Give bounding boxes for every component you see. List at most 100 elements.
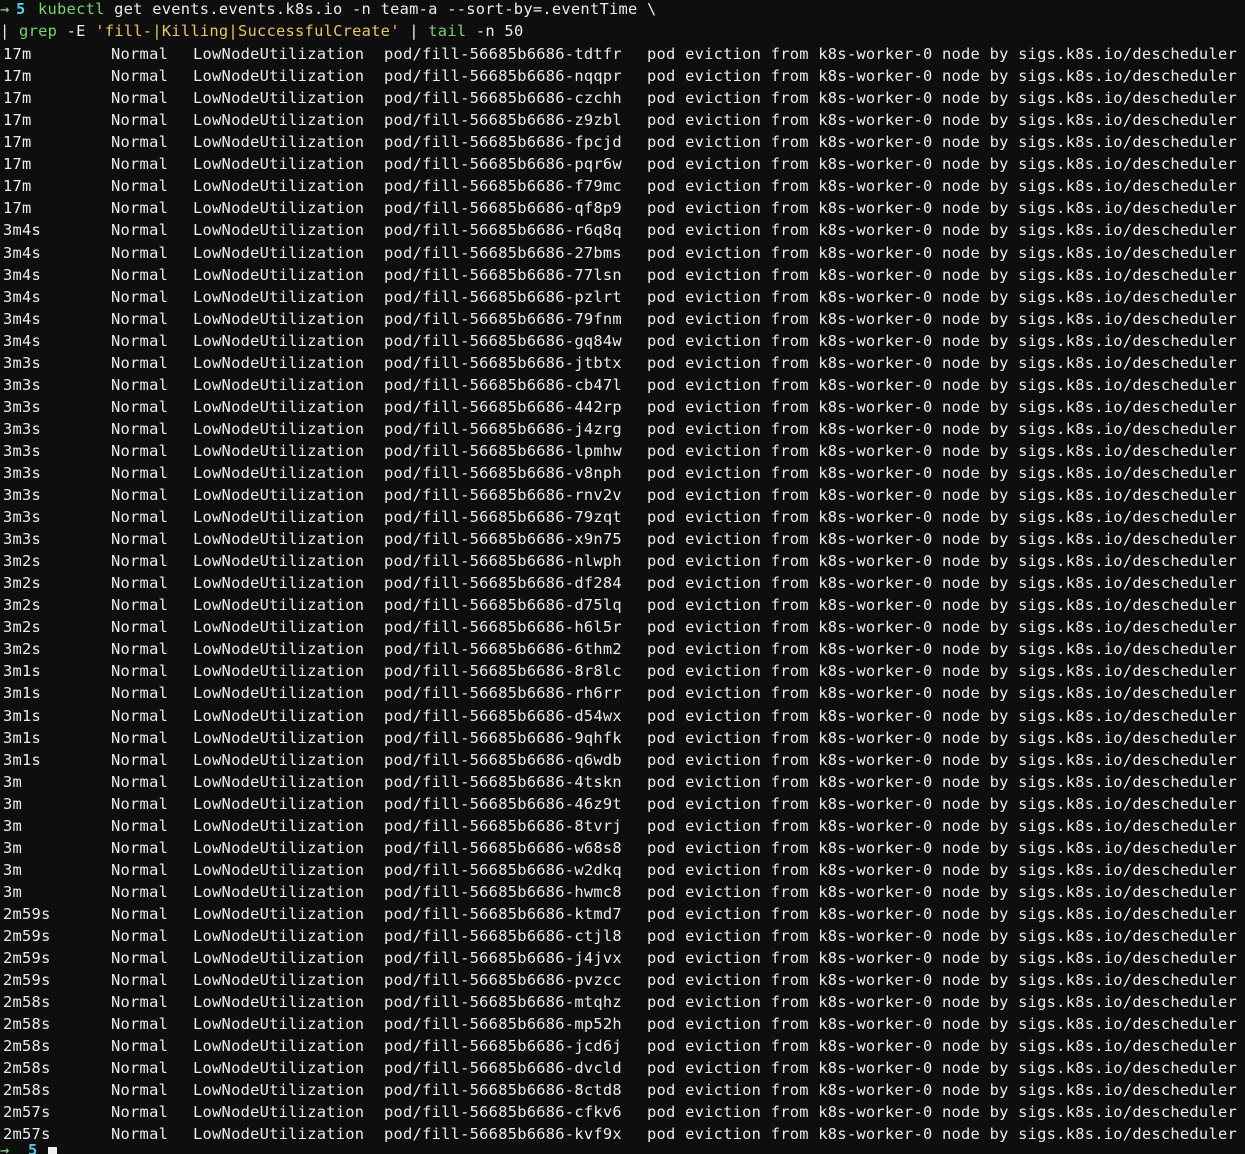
event-object: pod/fill-56685b6686-z9zbl	[384, 111, 622, 130]
event-object: pod/fill-56685b6686-h6l5r	[384, 618, 622, 637]
event-age: 3m	[3, 860, 23, 879]
event-type: Normal	[111, 618, 169, 637]
event-age: 3m2s	[3, 618, 42, 637]
event-row: 2m58s Normal LowNodeUtilization pod/fill-56…	[0, 1013, 1245, 1035]
event-row: 17m Normal LowNodeUtilization pod/fill-5668…	[0, 87, 1245, 109]
terminal-window[interactable]: → 5 kubectl get events.events.k8s.io -n te…	[0, 0, 1245, 1154]
event-message: pod eviction from k8s-worker-0 node by s…	[647, 706, 1237, 725]
event-type: Normal	[111, 904, 169, 923]
event-row: 2m59s Normal LowNodeUtilization pod/fill-56…	[0, 969, 1245, 991]
event-object: pod/fill-56685b6686-lpmhw	[384, 441, 622, 460]
event-object: pod/fill-56685b6686-46z9t	[384, 794, 622, 813]
event-object: pod/fill-56685b6686-pqr6w	[384, 155, 622, 174]
prompt-arrow-icon: →	[0, 1141, 10, 1154]
event-row: 2m59s Normal LowNodeUtilization pod/fill-56…	[0, 903, 1245, 925]
event-object: pod/fill-56685b6686-jcd6j	[384, 1037, 622, 1056]
event-object: pod/fill-56685b6686-jtbtx	[384, 353, 622, 372]
event-reason: LowNodeUtilization	[193, 750, 365, 769]
event-message: pod eviction from k8s-worker-0 node by s…	[647, 904, 1237, 923]
event-row: 3m3s Normal LowNodeUtilization pod/fill-566…	[0, 484, 1245, 506]
event-type: Normal	[111, 596, 169, 615]
event-object: pod/fill-56685b6686-j4jvx	[384, 949, 622, 968]
current-prompt-line[interactable]: → 5	[0, 1141, 1245, 1154]
event-reason: LowNodeUtilization	[193, 331, 365, 350]
event-reason: LowNodeUtilization	[193, 662, 365, 681]
event-row: 3m4s Normal LowNodeUtilization pod/fill-566…	[0, 242, 1245, 264]
event-message: pod eviction from k8s-worker-0 node by s…	[647, 1037, 1237, 1056]
event-type: Normal	[111, 971, 169, 990]
event-message: pod eviction from k8s-worker-0 node by s…	[647, 463, 1237, 482]
event-message: pod eviction from k8s-worker-0 node by s…	[647, 199, 1237, 218]
event-age: 2m59s	[3, 949, 51, 968]
event-row: 3m2s Normal LowNodeUtilization pod/fill-566…	[0, 594, 1245, 616]
event-type: Normal	[111, 552, 169, 571]
event-age: 3m	[3, 794, 23, 813]
command-line-1: → 5 kubectl get events.events.k8s.io -n te…	[0, 0, 1245, 20]
event-object: pod/fill-56685b6686-79zqt	[384, 508, 622, 527]
event-object: pod/fill-56685b6686-442rp	[384, 397, 622, 416]
event-row: 3m Normal LowNodeUtilization pod/fill-56685…	[0, 771, 1245, 793]
event-object: pod/fill-56685b6686-v8nph	[384, 463, 622, 482]
event-row: 3m3s Normal LowNodeUtilization pod/fill-566…	[0, 462, 1245, 484]
event-age: 2m58s	[3, 993, 51, 1012]
event-message: pod eviction from k8s-worker-0 node by s…	[647, 221, 1237, 240]
event-row: 3m1s Normal LowNodeUtilization pod/fill-566…	[0, 705, 1245, 727]
event-reason: LowNodeUtilization	[193, 177, 365, 196]
event-message: pod eviction from k8s-worker-0 node by s…	[647, 397, 1237, 416]
event-message: pod eviction from k8s-worker-0 node by s…	[647, 596, 1237, 615]
command-kubectl: kubectl	[38, 0, 105, 18]
event-message: pod eviction from k8s-worker-0 node by s…	[647, 309, 1237, 328]
event-row: 17m Normal LowNodeUtilization pod/fill-5668…	[0, 65, 1245, 87]
event-type: Normal	[111, 111, 169, 130]
event-row: 3m1s Normal LowNodeUtilization pod/fill-566…	[0, 682, 1245, 704]
event-message: pod eviction from k8s-worker-0 node by s…	[647, 353, 1237, 372]
event-type: Normal	[111, 221, 169, 240]
event-object: pod/fill-56685b6686-f79mc	[384, 177, 622, 196]
event-message: pod eviction from k8s-worker-0 node by s…	[647, 441, 1237, 460]
event-reason: LowNodeUtilization	[193, 860, 365, 879]
event-age: 3m4s	[3, 309, 42, 328]
event-type: Normal	[111, 838, 169, 857]
event-object: pod/fill-56685b6686-hwmc8	[384, 882, 622, 901]
event-row: 3m Normal LowNodeUtilization pod/fill-56685…	[0, 859, 1245, 881]
event-message: pod eviction from k8s-worker-0 node by s…	[647, 750, 1237, 769]
event-reason: LowNodeUtilization	[193, 1059, 365, 1078]
event-row: 3m3s Normal LowNodeUtilization pod/fill-566…	[0, 352, 1245, 374]
event-message: pod eviction from k8s-worker-0 node by s…	[647, 265, 1237, 284]
event-type: Normal	[111, 530, 169, 549]
event-age: 2m59s	[3, 926, 51, 945]
event-age: 17m	[3, 133, 32, 152]
event-age: 3m3s	[3, 441, 42, 460]
event-age: 3m2s	[3, 552, 42, 571]
event-type: Normal	[111, 640, 169, 659]
event-row: 2m59s Normal LowNodeUtilization pod/fill-56…	[0, 947, 1245, 969]
event-reason: LowNodeUtilization	[193, 949, 365, 968]
event-object: pod/fill-56685b6686-df284	[384, 574, 622, 593]
event-age: 3m1s	[3, 750, 42, 769]
event-reason: LowNodeUtilization	[193, 375, 365, 394]
event-row: 3m4s Normal LowNodeUtilization pod/fill-566…	[0, 264, 1245, 286]
command-pipe: |	[0, 22, 20, 41]
event-row: 3m3s Normal LowNodeUtilization pod/fill-566…	[0, 506, 1245, 528]
event-row: 3m2s Normal LowNodeUtilization pod/fill-566…	[0, 550, 1245, 572]
event-message: pod eviction from k8s-worker-0 node by s…	[647, 882, 1237, 901]
prompt-exit-number: 5	[16, 0, 26, 18]
event-row: 17m Normal LowNodeUtilization pod/fill-5668…	[0, 153, 1245, 175]
event-object: pod/fill-56685b6686-77lsn	[384, 265, 622, 284]
event-row: 3m3s Normal LowNodeUtilization pod/fill-566…	[0, 440, 1245, 462]
event-reason: LowNodeUtilization	[193, 596, 365, 615]
event-age: 3m1s	[3, 728, 42, 747]
event-reason: LowNodeUtilization	[193, 463, 365, 482]
event-message: pod eviction from k8s-worker-0 node by s…	[647, 1103, 1237, 1122]
event-message: pod eviction from k8s-worker-0 node by s…	[647, 794, 1237, 813]
event-object: pod/fill-56685b6686-qf8p9	[384, 199, 622, 218]
event-reason: LowNodeUtilization	[193, 838, 365, 857]
prompt-exit-number: 5	[28, 1141, 38, 1154]
event-type: Normal	[111, 375, 169, 394]
event-age: 3m3s	[3, 463, 42, 482]
event-message: pod eviction from k8s-worker-0 node by s…	[647, 618, 1237, 637]
event-row: 3m Normal LowNodeUtilization pod/fill-56685…	[0, 793, 1245, 815]
event-age: 2m58s	[3, 1015, 51, 1034]
event-message: pod eviction from k8s-worker-0 node by s…	[647, 926, 1237, 945]
event-age: 3m1s	[3, 706, 42, 725]
